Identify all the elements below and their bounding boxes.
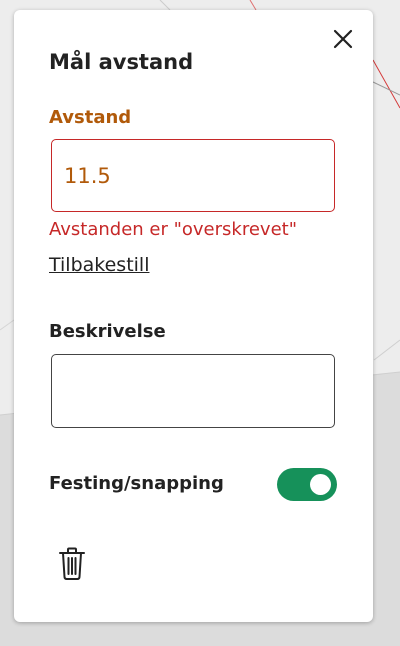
snapping-label: Festing/snapping (49, 473, 224, 494)
measure-distance-panel: Mål avstand Avstand Avstanden er "oversk… (14, 10, 373, 622)
toggle-knob (310, 474, 331, 495)
reset-link[interactable]: Tilbakestill (49, 252, 149, 278)
snapping-toggle[interactable] (277, 468, 337, 501)
description-input[interactable] (51, 354, 335, 428)
close-button[interactable] (328, 24, 358, 54)
distance-input[interactable] (51, 139, 335, 212)
trash-icon (59, 547, 85, 580)
description-label: Beskrivelse (49, 321, 166, 342)
distance-label: Avstand (49, 107, 132, 128)
close-icon (333, 29, 353, 49)
delete-button[interactable] (54, 544, 90, 582)
panel-title: Mål avstand (49, 50, 194, 74)
distance-error-message: Avstanden er "overskrevet" (49, 219, 297, 240)
